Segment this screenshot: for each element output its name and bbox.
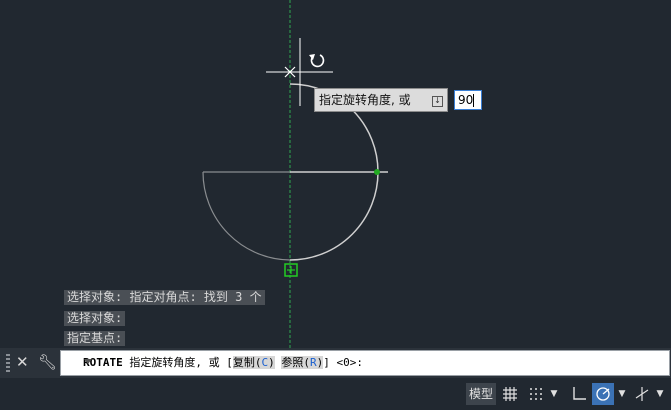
drag-grip-icon[interactable] bbox=[6, 354, 10, 372]
chevron-down-icon[interactable]: ▼ bbox=[548, 383, 560, 405]
chevron-down-icon[interactable]: ▼ bbox=[616, 383, 628, 405]
command-default: ] <0>: bbox=[323, 356, 363, 369]
tooltip-prompt: 指定旋转角度, 或 bbox=[319, 93, 411, 107]
wrench-icon[interactable]: 🔧︎ bbox=[38, 353, 57, 371]
isodraft-icon[interactable] bbox=[632, 383, 652, 405]
command-input[interactable]: ROTATE 指定旋转角度, 或 [复制(C) 参照(R)] <0>: bbox=[60, 350, 670, 376]
close-icon[interactable]: ✕ bbox=[16, 353, 29, 371]
grid-icon[interactable] bbox=[500, 383, 520, 405]
command-history-dropdown-icon[interactable] bbox=[84, 359, 92, 364]
chevron-down-icon[interactable]: ▼ bbox=[654, 383, 666, 405]
ortho-icon[interactable] bbox=[568, 383, 590, 405]
command-prompt: 指定旋转角度, 或 [ bbox=[122, 356, 233, 369]
dynamic-prompt-tooltip: 指定旋转角度, 或 ↓ bbox=[314, 88, 448, 112]
grip-point[interactable] bbox=[374, 169, 380, 175]
down-arrow-icon[interactable]: ↓ bbox=[432, 96, 443, 107]
option-reference[interactable]: 参照(R) bbox=[281, 356, 324, 369]
angle-value: 90 bbox=[458, 93, 474, 107]
model-space-button[interactable]: 模型 bbox=[466, 383, 496, 405]
status-bar: 模型 ▼ ▼ ▼ bbox=[0, 378, 671, 410]
history-line-3: 指定基点: bbox=[64, 331, 126, 346]
arc-ghost bbox=[202, 171, 291, 261]
polar-tracking-icon[interactable] bbox=[592, 383, 614, 405]
history-line-1: 选择对象: 指定对角点: 找到 3 个 bbox=[64, 290, 265, 305]
option-copy[interactable]: 复制(C) bbox=[232, 356, 275, 369]
snap-grid-icon[interactable] bbox=[526, 383, 546, 405]
rotate-icon bbox=[309, 54, 325, 68]
angle-input[interactable]: 90 bbox=[454, 90, 482, 110]
history-line-2: 选择对象: bbox=[64, 311, 126, 326]
command-line-bar: ✕ 🔧︎ ROTATE 指定旋转角度, 或 [复制(C) 参照(R)] <0>: bbox=[0, 348, 671, 378]
